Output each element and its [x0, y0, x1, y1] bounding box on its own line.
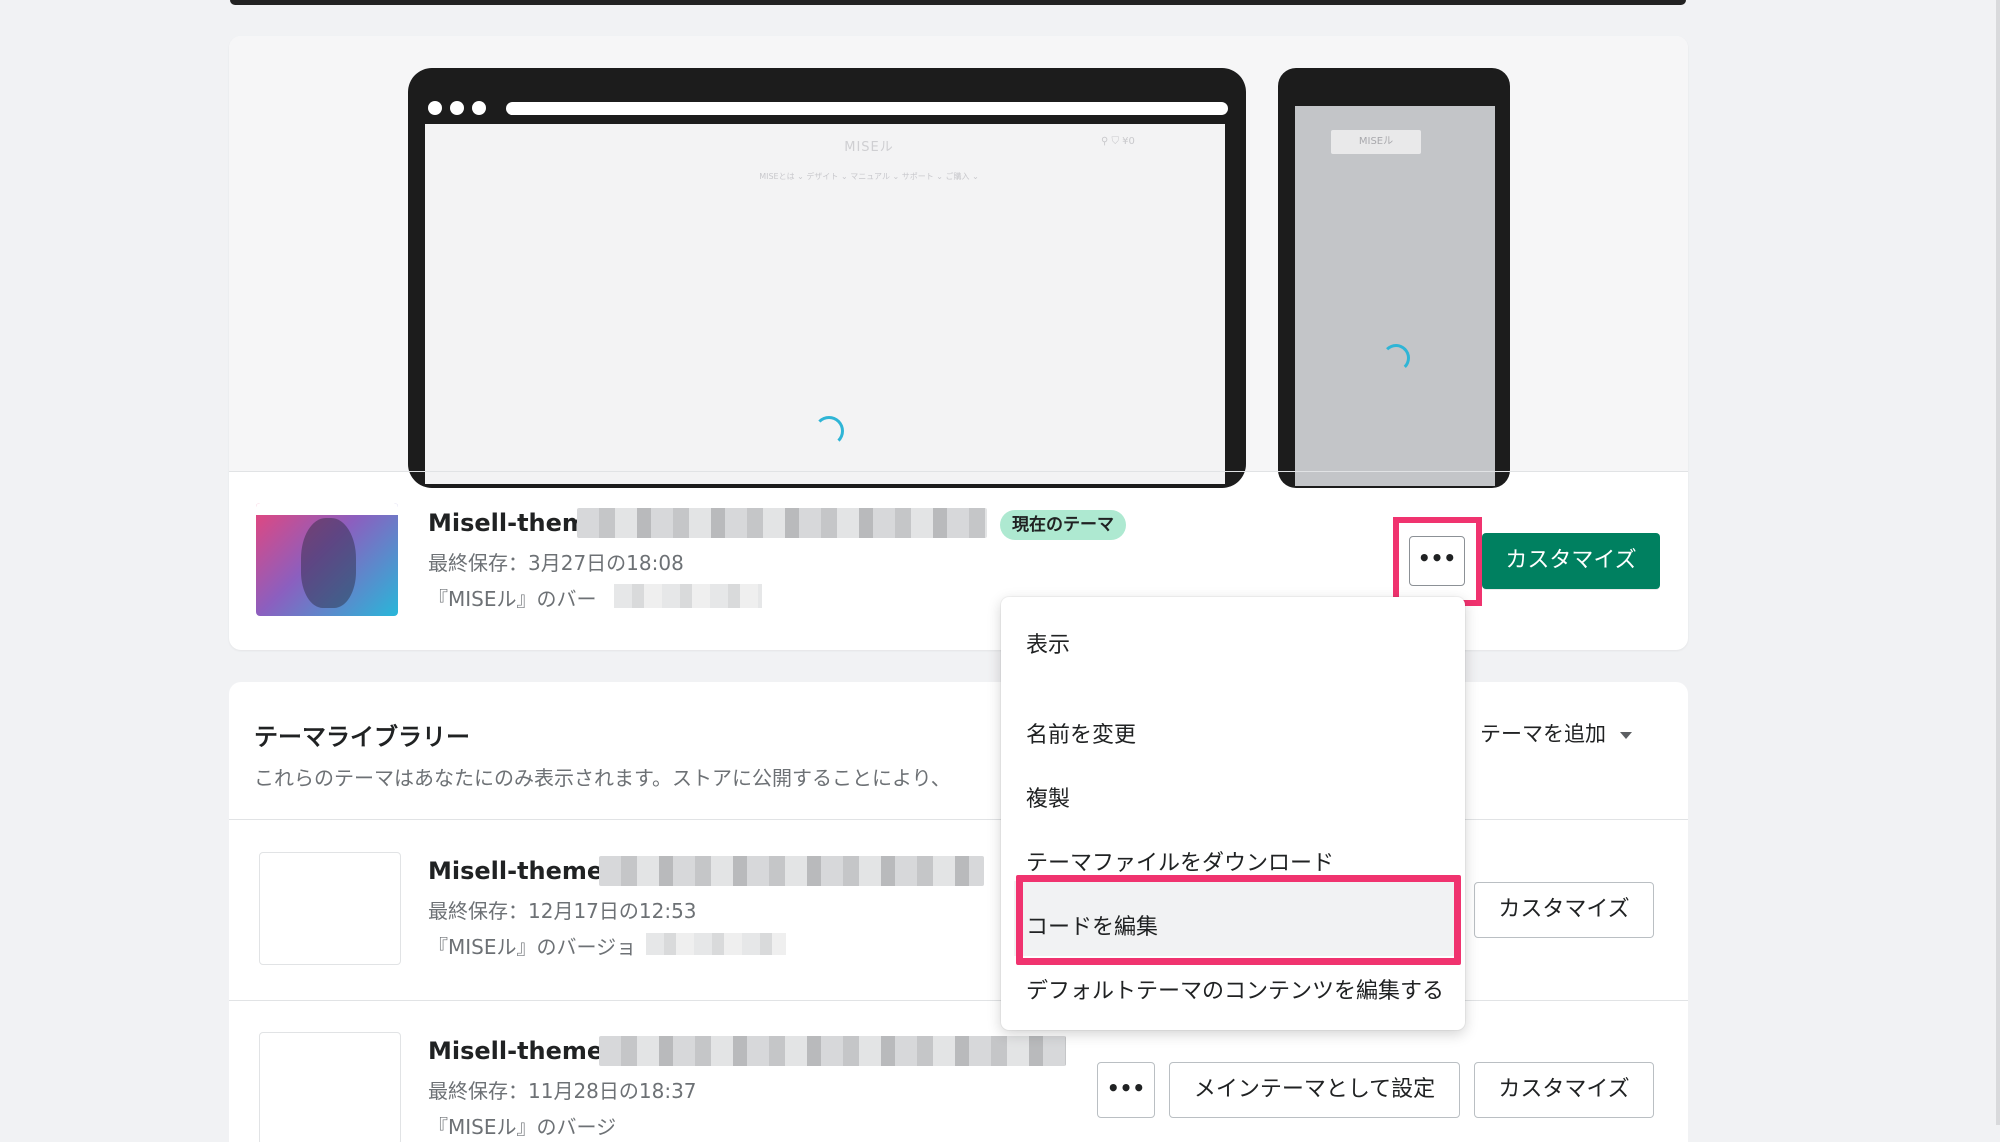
menu-item-download-theme-file[interactable]: テーマファイルをダウンロード — [1026, 845, 1334, 877]
library-title: テーマライブラリー — [254, 723, 470, 751]
browser-url-bar — [506, 102, 1228, 115]
redacted-text — [614, 584, 762, 608]
window-dot-icon — [428, 101, 442, 115]
library-description: これらのテーマはあなたにのみ表示されます。ストアに公開することにより、 — [254, 766, 951, 790]
redacted-text — [577, 508, 987, 538]
preview-nav: MISEとは ⌄ デザイト ⌄ マニュアル ⌄ サポート ⌄ ご購入 ⌄ — [759, 172, 979, 181]
theme-version: 『MISEル』のバージ — [428, 1115, 617, 1139]
divider — [229, 471, 1688, 472]
customize-button[interactable]: カスタマイズ — [1482, 533, 1660, 589]
thumbnail-image — [301, 518, 356, 608]
more-actions-button[interactable]: ••• — [1097, 1062, 1155, 1118]
preview-header-icons: ⚲ ⛉ ¥0 — [1101, 136, 1135, 147]
menu-item-rename[interactable]: 名前を変更 — [1026, 717, 1136, 749]
current-theme-last-saved: 最終保存：3月27日の18:08 — [428, 551, 684, 575]
divider — [229, 1000, 1688, 1001]
theme-preview-area: MISEル MISEとは ⌄ デザイト ⌄ マニュアル ⌄ サポート ⌄ ご購入… — [229, 36, 1688, 488]
top-strip — [230, 0, 1686, 5]
add-theme-button[interactable]: テーマを追加 — [1480, 718, 1632, 748]
divider — [229, 819, 1688, 820]
menu-item-view[interactable]: 表示 — [1026, 627, 1070, 659]
theme-last-saved: 最終保存：12月17日の12:53 — [428, 899, 697, 923]
theme-thumbnail — [259, 1032, 401, 1142]
current-theme-version: 『MISEル』のバー — [428, 587, 597, 611]
theme-actions-menu: 表示 名前を変更 複製 テーマファイルをダウンロード コードを編集 デフォルトテ… — [1001, 597, 1465, 1030]
current-theme-badge: 現在のテーマ — [1000, 510, 1126, 540]
redacted-text — [599, 1036, 1066, 1066]
theme-thumbnail — [259, 852, 401, 965]
thumbnail-header — [256, 503, 398, 515]
theme-version: 『MISEル』のバージョ — [428, 935, 637, 959]
customize-button[interactable]: カスタマイズ — [1474, 882, 1654, 938]
window-dot-icon — [472, 101, 486, 115]
redacted-text — [646, 933, 786, 955]
mobile-loading-spinner-icon — [1382, 344, 1410, 372]
customize-button[interactable]: カスタマイズ — [1474, 1062, 1654, 1118]
caret-down-icon — [1620, 731, 1632, 739]
theme-library-card: テーマライブラリー これらのテーマはあなたにのみ表示されます。ストアに公開するこ… — [229, 682, 1688, 1142]
more-actions-button[interactable]: ••• — [1409, 536, 1465, 586]
window-dot-icon — [450, 101, 464, 115]
menu-item-duplicate[interactable]: 複製 — [1026, 781, 1070, 813]
highlight-box — [1016, 875, 1461, 965]
redacted-text — [599, 856, 984, 886]
theme-last-saved: 最終保存：11月28日の18:37 — [428, 1079, 697, 1103]
loading-spinner-icon — [814, 416, 844, 446]
preview-logo: MISEル — [844, 140, 894, 155]
scrollbar-track[interactable] — [1996, 0, 2000, 1125]
add-theme-label: テーマを追加 — [1480, 722, 1606, 746]
current-theme-card: MISEル MISEとは ⌄ デザイト ⌄ マニュアル ⌄ サポート ⌄ ご購入… — [229, 36, 1688, 650]
mobile-preview-logo: MISEル — [1331, 130, 1421, 154]
mobile-preview-screen — [1295, 106, 1495, 486]
menu-item-edit-default-theme-content[interactable]: デフォルトテーマのコンテンツを編集する — [1026, 973, 1444, 1005]
set-as-main-theme-button[interactable]: メインテーマとして設定 — [1169, 1062, 1460, 1118]
current-theme-thumbnail — [256, 503, 398, 616]
